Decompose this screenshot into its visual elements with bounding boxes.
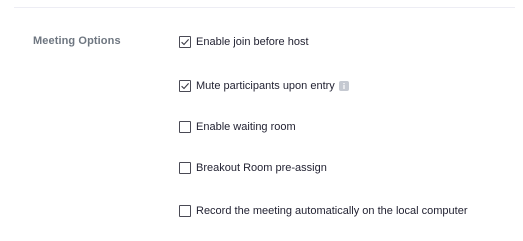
checkbox-waiting-room[interactable] [179, 121, 191, 133]
section-divider [14, 7, 515, 8]
option-label: Record the meeting automatically on the … [196, 205, 468, 217]
checkbox-record-meeting[interactable] [179, 205, 191, 217]
option-breakout-room-pre-assign[interactable]: Breakout Room pre-assign [179, 160, 327, 176]
checkmark-icon [181, 39, 190, 46]
info-glyph-icon [343, 83, 345, 89]
option-label: Breakout Room pre-assign [196, 162, 327, 174]
option-enable-join-before-host[interactable]: Enable join before host [179, 34, 309, 50]
option-record-meeting-automatically[interactable]: Record the meeting automatically on the … [179, 203, 467, 219]
checkmark-icon [181, 83, 190, 90]
checkbox-mute-participants[interactable] [179, 80, 191, 92]
option-enable-waiting-room[interactable]: Enable waiting room [179, 119, 296, 135]
info-icon[interactable] [338, 81, 349, 91]
checkbox-breakout-room[interactable] [179, 162, 191, 174]
option-label: Mute participants upon entry [196, 80, 335, 92]
checkbox-join-before-host[interactable] [179, 36, 191, 48]
section-label-meeting-options: Meeting Options [33, 35, 121, 47]
option-label: Enable waiting room [196, 121, 296, 133]
option-label: Enable join before host [196, 36, 309, 48]
option-mute-participants-upon-entry[interactable]: Mute participants upon entry [179, 78, 349, 94]
